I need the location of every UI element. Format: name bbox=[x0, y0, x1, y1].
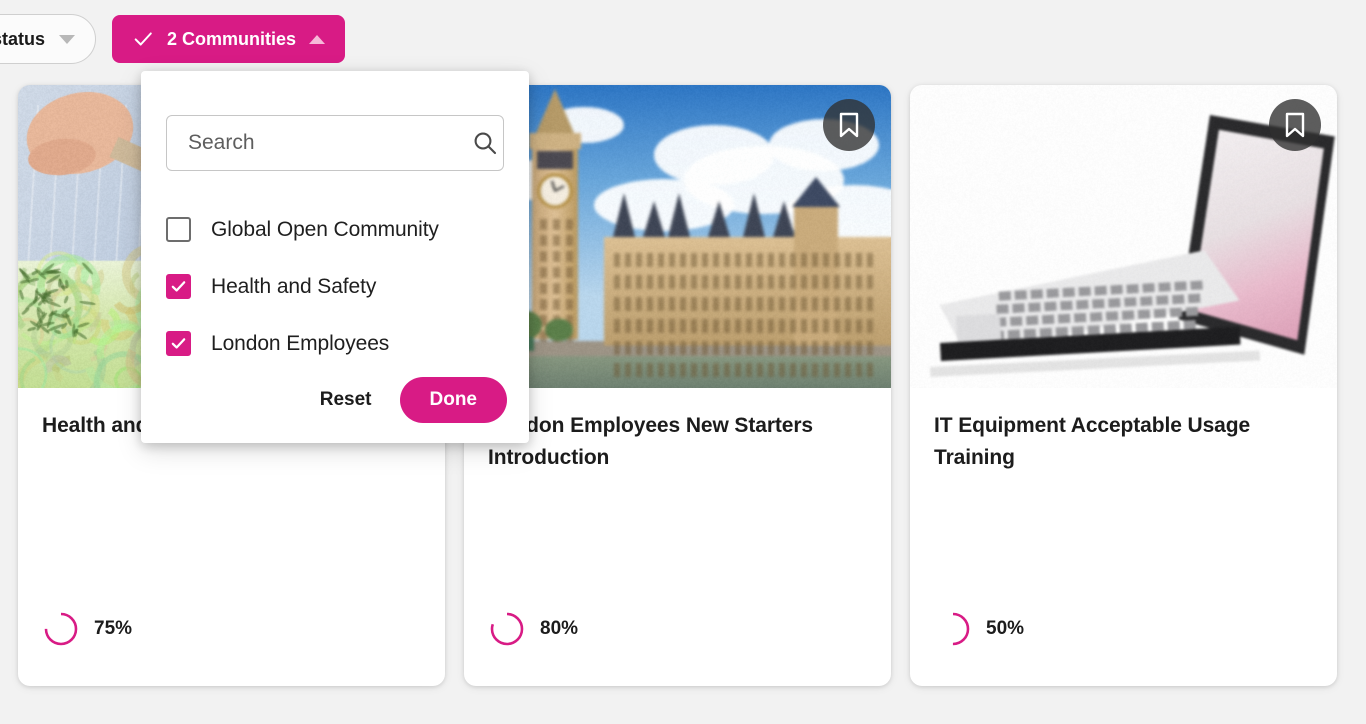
checkbox-checked-icon[interactable] bbox=[166, 274, 191, 299]
community-option-label: London Employees bbox=[211, 332, 389, 356]
communities-dropdown-panel: Global Open Community Health and Safety … bbox=[141, 71, 529, 443]
card-image bbox=[910, 85, 1337, 388]
search-icon[interactable] bbox=[467, 130, 503, 156]
community-option-global-open-community[interactable]: Global Open Community bbox=[166, 201, 506, 258]
card-progress: 50% bbox=[934, 610, 1024, 648]
search-icon-glyph bbox=[472, 130, 498, 156]
search-field[interactable] bbox=[166, 115, 504, 171]
card-title: London Employees New Starters Introducti… bbox=[488, 410, 867, 474]
progress-ring-icon bbox=[42, 610, 80, 648]
card-progress: 75% bbox=[42, 610, 132, 648]
chevron-up-icon bbox=[309, 35, 325, 44]
progress-ring-icon bbox=[488, 610, 526, 648]
course-card[interactable]: IT Equipment Acceptable Usage Training 5… bbox=[910, 85, 1337, 686]
progress-label: 80% bbox=[540, 618, 578, 640]
progress-ring-icon bbox=[934, 610, 972, 648]
status-filter-label: on status bbox=[0, 29, 45, 50]
community-option-label: Global Open Community bbox=[211, 218, 439, 242]
bookmark-button[interactable] bbox=[1269, 99, 1321, 151]
community-option-label: Health and Safety bbox=[211, 275, 376, 299]
check-icon bbox=[170, 335, 187, 352]
bookmark-button[interactable] bbox=[823, 99, 875, 151]
card-progress: 80% bbox=[488, 610, 578, 648]
checkbox-unchecked-icon[interactable] bbox=[166, 217, 191, 242]
community-option-london-employees[interactable]: London Employees bbox=[166, 315, 506, 372]
community-option-list: Global Open Community Health and Safety … bbox=[166, 201, 506, 372]
progress-label: 75% bbox=[94, 618, 132, 640]
chevron-down-icon bbox=[59, 35, 75, 44]
bookmark-icon bbox=[1284, 112, 1306, 138]
communities-filter-button[interactable]: 2 Communities bbox=[112, 15, 345, 63]
card-title: IT Equipment Acceptable Usage Training bbox=[934, 410, 1313, 474]
panel-actions: Reset Done bbox=[316, 377, 507, 423]
done-button[interactable]: Done bbox=[400, 377, 508, 423]
bookmark-icon bbox=[838, 112, 860, 138]
status-filter-button[interactable]: on status bbox=[0, 14, 96, 64]
card-body: IT Equipment Acceptable Usage Training bbox=[910, 388, 1337, 474]
checkbox-checked-icon[interactable] bbox=[166, 331, 191, 356]
reset-button[interactable]: Reset bbox=[316, 383, 376, 417]
filter-toolbar: on status 2 Communities bbox=[0, 14, 345, 64]
search-input[interactable] bbox=[167, 131, 467, 155]
progress-label: 50% bbox=[986, 618, 1024, 640]
community-option-health-and-safety[interactable]: Health and Safety bbox=[166, 258, 506, 315]
communities-filter-label: 2 Communities bbox=[167, 29, 296, 50]
check-icon bbox=[132, 28, 154, 50]
check-icon bbox=[170, 278, 187, 295]
